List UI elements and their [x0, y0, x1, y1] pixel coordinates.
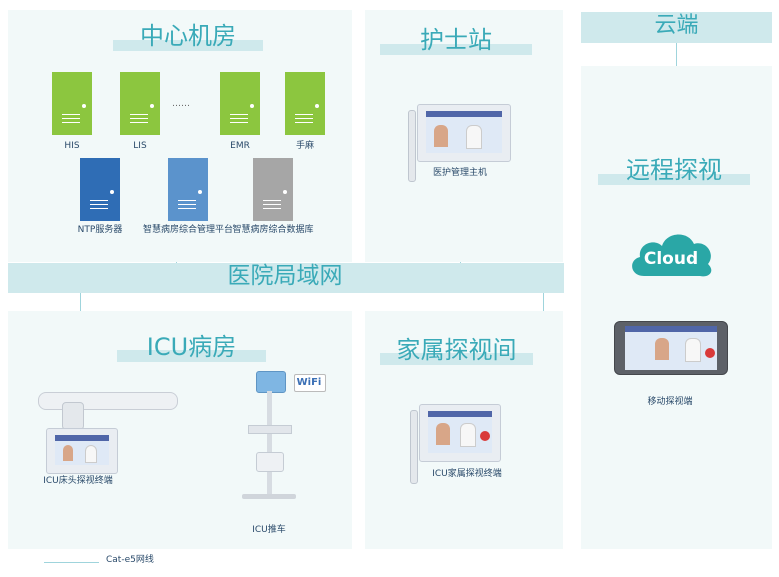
icu-cart-tray-icon	[248, 425, 292, 434]
anesthesia-server-icon	[285, 72, 325, 135]
icu-cart-tablet-icon	[256, 371, 286, 393]
cloud-logo-text: Cloud	[643, 249, 699, 269]
icu-bedside-label: ICU床头探视终端	[43, 476, 113, 486]
icu-arm-icon	[38, 392, 178, 410]
ntp-server-label: NTP服务器	[77, 225, 123, 235]
icu-ward-title: ICU病房	[146, 333, 237, 361]
his-server-icon	[52, 72, 92, 135]
link-cloud-remote	[676, 42, 677, 66]
lis-server-icon	[120, 72, 160, 135]
lis-server-label: LIS	[133, 141, 147, 151]
wifi-logo-text: WiFi	[296, 377, 322, 388]
management-platform-server-icon	[168, 158, 208, 221]
ntp-server-icon	[80, 158, 120, 221]
cloud-title: 云端	[654, 13, 699, 38]
nurse-host-label: 医护管理主机	[432, 168, 487, 178]
his-server-label: HIS	[64, 141, 80, 151]
remote-visit-panel	[581, 66, 772, 549]
emr-server-icon	[220, 72, 260, 135]
legend-line-swatch	[44, 562, 99, 563]
remote-visit-title: 远程探视	[626, 156, 722, 184]
family-terminal-label: ICU家属探视终端	[432, 469, 502, 479]
legend-label: Cat-e5网线	[106, 555, 154, 565]
mobile-device-label: 移动探视端	[647, 397, 693, 407]
nurse-host-terminal-icon	[417, 104, 511, 162]
anesthesia-server-label: 手麻	[295, 141, 314, 151]
more-servers-ellipsis: ……	[172, 99, 190, 109]
management-platform-label: 智慧病房综合管理平台	[143, 225, 234, 235]
icu-cart-pole-icon	[267, 391, 272, 495]
database-server-icon	[253, 158, 293, 221]
datacenter-title: 中心机房	[140, 22, 236, 50]
nurse-station-title: 护士站	[420, 26, 492, 54]
icu-arm-joint-icon	[62, 402, 84, 430]
database-server-label: 智慧病房综合数据库	[232, 225, 314, 235]
emr-server-label: EMR	[230, 141, 250, 151]
icu-cart-base-icon	[242, 494, 296, 499]
icu-bedside-terminal-icon	[46, 428, 118, 474]
icu-cart-basket-icon	[256, 452, 284, 472]
family-terminal-icon	[419, 404, 501, 462]
family-room-title: 家属探视间	[396, 336, 517, 364]
lan-title: 医院局域网	[227, 263, 343, 289]
mobile-device-icon	[614, 321, 728, 375]
icu-cart-label: ICU推车	[252, 525, 286, 535]
